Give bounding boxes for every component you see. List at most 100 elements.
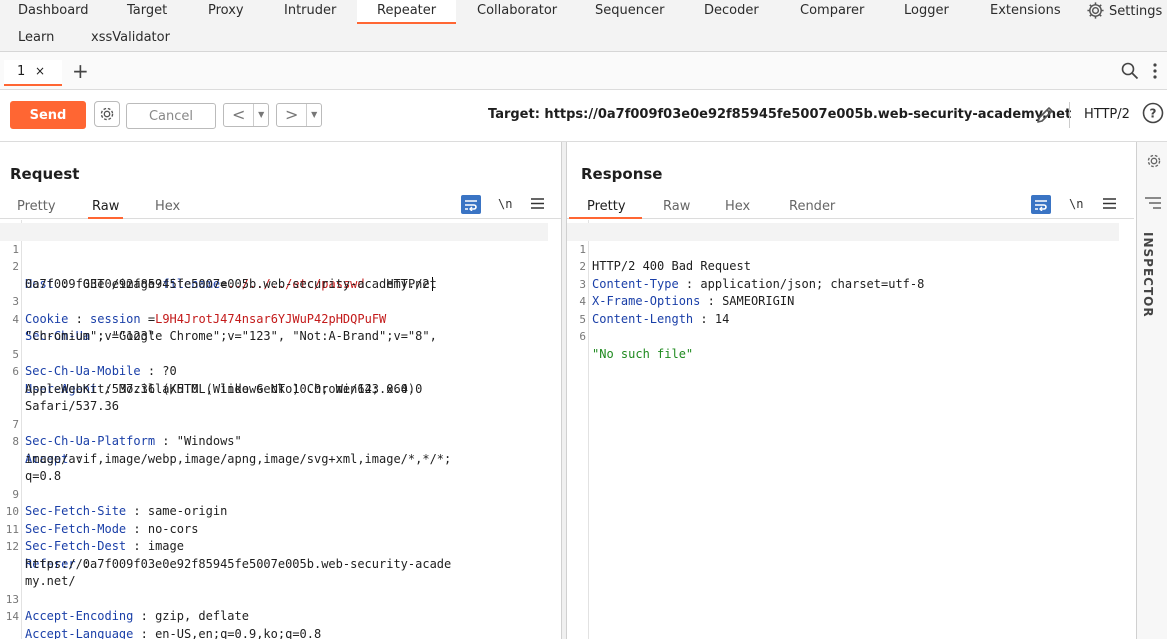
tab-sequencer[interactable]: Sequencer <box>595 0 664 22</box>
request-tab-hex[interactable]: Hex <box>151 199 184 214</box>
tab-intruder[interactable]: Intruder <box>284 0 336 22</box>
header-value: image <box>147 539 184 553</box>
header-value: en-US,en;q=0.9,ko;q=0.8 <box>155 626 322 639</box>
header-line: 14 Accept-Language : en-US,en;q=0.9,ko;q… <box>0 591 321 639</box>
inspector-menu-icon[interactable] <box>1145 197 1161 213</box>
target-url: Target: https://0a7f009f03e0e92f85945fe5… <box>488 107 1072 122</box>
header-line: 4 Sec-Ch-Ua : "Google Chrome";v="123", "… <box>0 293 436 344</box>
response-title: Response <box>581 165 663 183</box>
response-view-tabs: Pretty Raw Hex Render \n <box>567 195 1134 219</box>
menu-icon[interactable] <box>531 198 544 213</box>
header-key: Sec-Ch-Ua-Platform <box>25 434 156 448</box>
response-editor[interactable]: 1 HTTP/2 400 Bad Request 2 Content-Type … <box>567 220 1134 639</box>
gear-icon[interactable] <box>1145 152 1163 174</box>
response-tab-render[interactable]: Render <box>785 199 839 214</box>
header-key: Accept-Language <box>25 626 134 639</box>
back-button[interactable]: < ▼ <box>223 103 269 127</box>
toolbar-divider <box>1069 102 1070 128</box>
word-wrap-button[interactable] <box>461 195 481 214</box>
repeater-toolbar: Send Cancel < ▼ > ▼ Target: https://0a7f… <box>0 90 1167 142</box>
help-icon[interactable]: ? <box>1142 102 1164 128</box>
send-button[interactable]: Send <box>10 101 86 129</box>
header-line: 3 X-Frame-Options : SAMEORIGIN <box>567 258 794 309</box>
tab-logger[interactable]: Logger <box>904 0 949 22</box>
wrap-icon <box>1031 195 1051 214</box>
tab-extensions[interactable]: Extensions <box>990 0 1061 22</box>
cookie-name: session <box>90 311 141 326</box>
header-value: 14 <box>714 311 730 326</box>
tab-proxy[interactable]: Proxy <box>208 0 244 22</box>
header-line: 6 User-Agent : Mozilla/5.0 (Windows NT 1… <box>0 346 415 396</box>
tab-target[interactable]: Target <box>127 0 167 22</box>
line-number: 14 <box>5 610 19 623</box>
edit-target-icon[interactable] <box>1034 104 1056 130</box>
response-tab-raw[interactable]: Raw <box>659 199 694 214</box>
chevron-down-icon[interactable]: ▼ <box>253 104 268 126</box>
tab-dashboard[interactable]: Dashboard <box>18 0 89 22</box>
chevron-left-icon: < <box>231 105 246 124</box>
header-value: "Chromium";v="123" <box>25 329 156 343</box>
header-line: 9 Sec-Fetch-Site : same-origin <box>0 468 227 519</box>
header-value: SAMEORIGIN <box>722 294 795 308</box>
cookie-equals: = <box>147 311 156 326</box>
http-version[interactable]: HTTP/2 <box>1084 107 1130 122</box>
gear-icon <box>1086 1 1105 24</box>
inspector-label[interactable]: INSPECTOR <box>1141 232 1155 318</box>
more-vertical-icon[interactable] <box>1152 62 1158 84</box>
header-line: 0a7f009f03e0e92f85945fe5007e005b.web-sec… <box>0 258 437 291</box>
request-title: Request <box>10 165 80 183</box>
header-line: image/avif,image/webp,image/apng,image/s… <box>0 433 451 466</box>
settings-button[interactable]: Settings <box>1086 1 1162 23</box>
header-line: 10 Sec-Fetch-Mode : no-cors <box>0 486 199 536</box>
close-icon[interactable]: × <box>35 64 45 78</box>
response-tab-pretty[interactable]: Pretty <box>569 199 642 219</box>
search-icon[interactable] <box>1121 62 1139 84</box>
main-nav: Dashboard Target Proxy Intruder Repeater… <box>0 0 1167 52</box>
inspector-sidebar[interactable]: INSPECTOR <box>1136 142 1167 639</box>
header-line: q=0.8 <box>0 451 61 483</box>
request-pane: Request Pretty Raw Hex \n 1 GET /image?f… <box>0 142 562 639</box>
header-line: 12 Referer : <box>0 521 90 571</box>
menu-icon[interactable] <box>1103 198 1116 213</box>
header-line: 2 Content-Type : application/json; chars… <box>567 241 924 291</box>
line-number: 6 <box>579 330 586 343</box>
tab-decoder[interactable]: Decoder <box>704 0 759 22</box>
add-tab-button[interactable]: + <box>72 60 89 82</box>
tab-collaborator[interactable]: Collaborator <box>477 0 557 22</box>
header-line: Safari/537.36 <box>0 381 119 413</box>
request-view-tabs: Pretty Raw Hex \n <box>0 195 561 219</box>
header-value: same-origin <box>147 504 228 518</box>
newline-toggle-button[interactable]: \n <box>1069 197 1083 211</box>
tab-xssvalidator[interactable]: xssValidator <box>91 27 170 49</box>
request-tab-raw[interactable]: Raw <box>88 199 124 219</box>
cancel-button[interactable]: Cancel <box>126 103 216 129</box>
status-line: 1 HTTP/2 400 Bad Request <box>567 223 1119 273</box>
request-line: 1 GET /image?filename=../../../etc/passw… <box>0 223 548 291</box>
tab-learn[interactable]: Learn <box>18 27 54 49</box>
header-line: 13 Accept-Encoding : gzip, deflate <box>0 573 249 624</box>
header-value: ?0 <box>162 364 177 378</box>
header-value: "Windows" <box>176 434 242 448</box>
header-value: gzip, deflate <box>155 609 249 623</box>
tab-comparer[interactable]: Comparer <box>800 0 864 22</box>
svg-text:?: ? <box>1150 107 1157 121</box>
request-tab-pretty[interactable]: Pretty <box>13 199 60 214</box>
word-wrap-button[interactable] <box>1031 195 1051 214</box>
newline-toggle-button[interactable]: \n <box>498 197 512 211</box>
repeater-tab-1[interactable]: 1 × <box>4 60 62 86</box>
header-value: https://0a7f009f03e0e92f85945fe5007e005b… <box>25 556 452 571</box>
forward-button[interactable]: > ▼ <box>276 103 322 127</box>
header-line: 3 Cookie : session =L9H4JrotJ474nsar6YJW… <box>0 276 386 326</box>
cookie-value: L9H4JrotJ474nsar6YJWuP42pHDQPuFW <box>155 311 387 326</box>
header-line: AppleWebKit/537.36 (KHTML, like Gecko) C… <box>0 363 422 396</box>
header-value: 0a7f009f03e0e92f85945fe5007e005b.web-sec… <box>25 276 437 291</box>
header-line: 2 Host : <box>0 241 68 291</box>
tab-repeater[interactable]: Repeater <box>357 0 457 24</box>
request-settings-button[interactable] <box>94 101 120 127</box>
response-tab-hex[interactable]: Hex <box>721 199 754 214</box>
request-editor[interactable]: 1 GET /image?filename=../../../etc/passw… <box>0 220 561 639</box>
chevron-down-icon[interactable]: ▼ <box>306 104 321 126</box>
repeater-tab-label: 1 <box>17 64 26 79</box>
wrap-icon <box>461 195 481 214</box>
response-status: HTTP/2 400 Bad Request <box>592 259 751 273</box>
